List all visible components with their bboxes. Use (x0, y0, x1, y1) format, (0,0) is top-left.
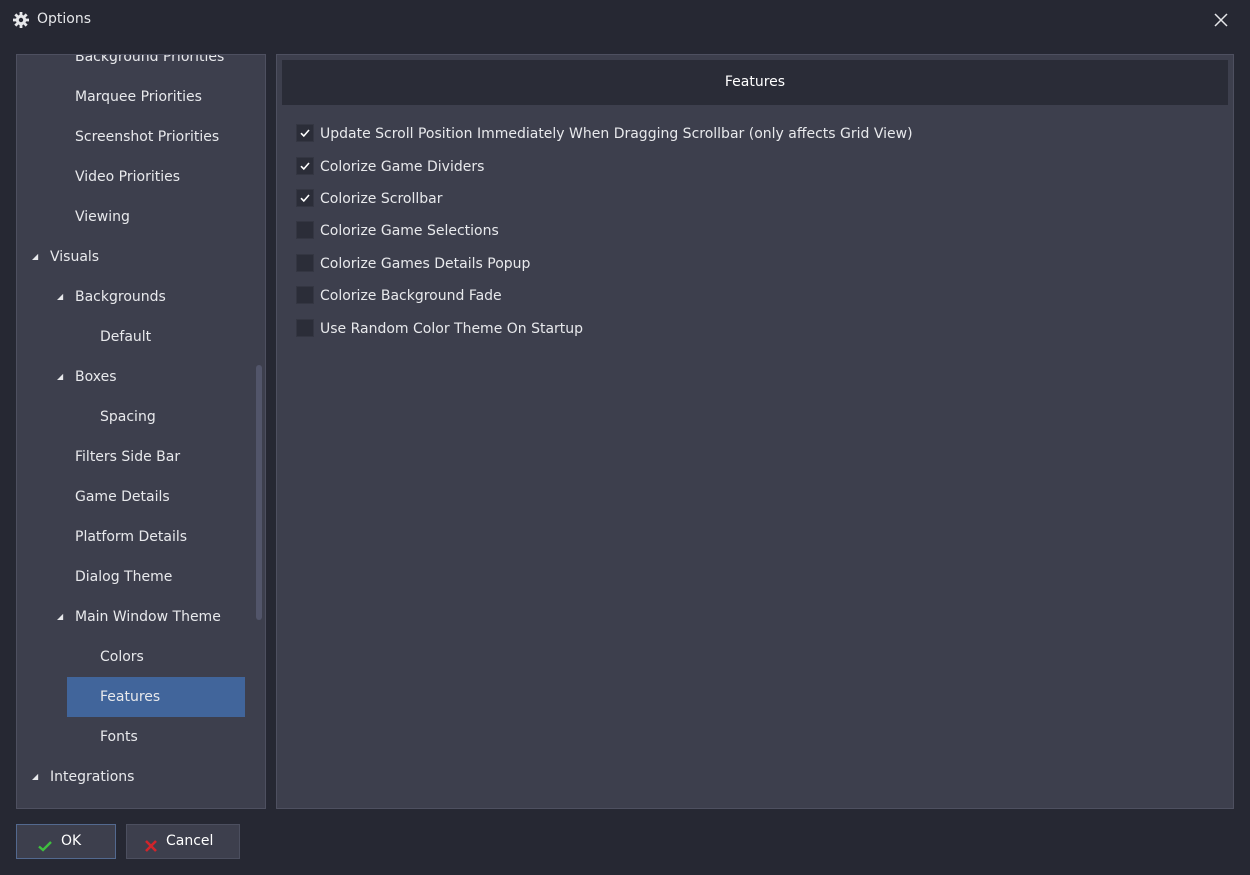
tree-item-label: Game Details (75, 489, 170, 505)
tree-item[interactable]: ◢ Boxes (17, 357, 252, 397)
option-label[interactable]: Colorize Background Fade (320, 285, 502, 307)
checkbox-checked[interactable] (296, 124, 314, 142)
checkmark-icon (37, 834, 53, 852)
x-icon (143, 834, 159, 852)
checkbox-unchecked[interactable] (296, 319, 314, 337)
option-label[interactable]: Colorize Game Dividers (320, 156, 484, 178)
checkbox-checked[interactable] (296, 189, 314, 207)
tree-item-label: Background Priorities (75, 54, 225, 65)
tree-item-label: Integrations (50, 769, 135, 785)
tree-item-label: Visuals (50, 249, 100, 265)
checkbox-unchecked[interactable] (296, 221, 314, 239)
expand-arrow-icon[interactable]: ◢ (57, 597, 63, 637)
tree-item[interactable]: Screenshot Priorities (17, 117, 252, 157)
close-button[interactable] (1207, 6, 1235, 34)
tree-item[interactable]: Spacing (17, 397, 252, 437)
ok-button[interactable]: OK (16, 824, 116, 859)
tree-item[interactable]: ◢ Visuals (17, 237, 252, 277)
tree-item[interactable]: Background Priorities (17, 54, 252, 77)
cancel-button-label: Cancel (166, 833, 214, 849)
checkbox-unchecked[interactable] (296, 286, 314, 304)
tree-item[interactable]: Dialog Theme (17, 557, 252, 597)
tree-scrollbar[interactable] (256, 365, 262, 620)
tree-item[interactable]: Default (17, 317, 252, 357)
tree-item-label: Video Priorities (75, 169, 181, 185)
cancel-button[interactable]: Cancel (126, 824, 240, 859)
tree-item-label: Platform Details (75, 529, 188, 545)
tree-item-label: Filters Side Bar (75, 449, 181, 465)
tree-item-label: Viewing (75, 209, 130, 225)
option-label[interactable]: Colorize Scrollbar (320, 188, 442, 210)
tree-item[interactable]: ◢ Integrations (17, 757, 252, 797)
tree-item-label: Colors (100, 649, 144, 665)
tree-item[interactable]: Colors (17, 637, 252, 677)
title-bar: Options (0, 0, 1250, 40)
panel-header: Features (282, 60, 1228, 105)
checkmark-icon (300, 129, 310, 138)
tree-item[interactable]: ◢ Backgrounds (17, 277, 252, 317)
expand-arrow-icon[interactable]: ◢ (32, 757, 38, 797)
tree-item[interactable]: Features (67, 677, 245, 717)
options-window: Options Background Priorities Marquee Pri… (0, 0, 1250, 875)
tree-item-label: Boxes (75, 369, 117, 385)
checkbox-unchecked[interactable] (296, 254, 314, 272)
tree-item[interactable]: Marquee Priorities (17, 77, 252, 117)
checkmark-icon (300, 194, 310, 203)
checkbox-checked[interactable] (296, 157, 314, 175)
expand-arrow-icon[interactable]: ◢ (57, 277, 63, 317)
tree-item-label: Dialog Theme (75, 569, 173, 585)
option-label[interactable]: Use Random Color Theme On Startup (320, 318, 583, 340)
close-icon (1214, 13, 1228, 27)
tree-item[interactable]: Viewing (17, 197, 252, 237)
option-label[interactable]: Update Scroll Position Immediately When … (320, 123, 913, 145)
features-panel: Features Update Scroll Position Immediat… (276, 54, 1234, 809)
tree-item-label: Spacing (100, 409, 156, 425)
ok-button-label: OK (61, 833, 82, 849)
expand-arrow-icon[interactable]: ◢ (57, 357, 63, 397)
tree-item-label: Main Window Theme (75, 609, 221, 625)
tree-item[interactable]: Fonts (17, 717, 252, 757)
expand-arrow-icon[interactable]: ◢ (32, 237, 38, 277)
tree-item[interactable]: Game Details (17, 477, 252, 517)
tree-item-label: Screenshot Priorities (75, 129, 220, 145)
option-label[interactable]: Colorize Game Selections (320, 220, 499, 242)
options-tree[interactable]: Background Priorities Marquee Priorities S… (16, 54, 266, 809)
checkmark-icon (300, 162, 310, 171)
tree-item-label: Backgrounds (75, 289, 166, 305)
gear-icon (12, 11, 30, 29)
tree-item-label: Fonts (100, 729, 138, 745)
tree-item[interactable]: Platform Details (17, 517, 252, 557)
window-title: Options (37, 11, 92, 27)
tree-item-label: Marquee Priorities (75, 89, 202, 105)
tree-item[interactable]: Video Priorities (17, 157, 252, 197)
tree-item-label: Default (100, 329, 152, 345)
tree-item-label: Features (100, 689, 161, 705)
option-label[interactable]: Colorize Games Details Popup (320, 253, 530, 275)
tree-item[interactable]: Filters Side Bar (17, 437, 252, 477)
tree-item[interactable]: ◢ Main Window Theme (17, 597, 252, 637)
